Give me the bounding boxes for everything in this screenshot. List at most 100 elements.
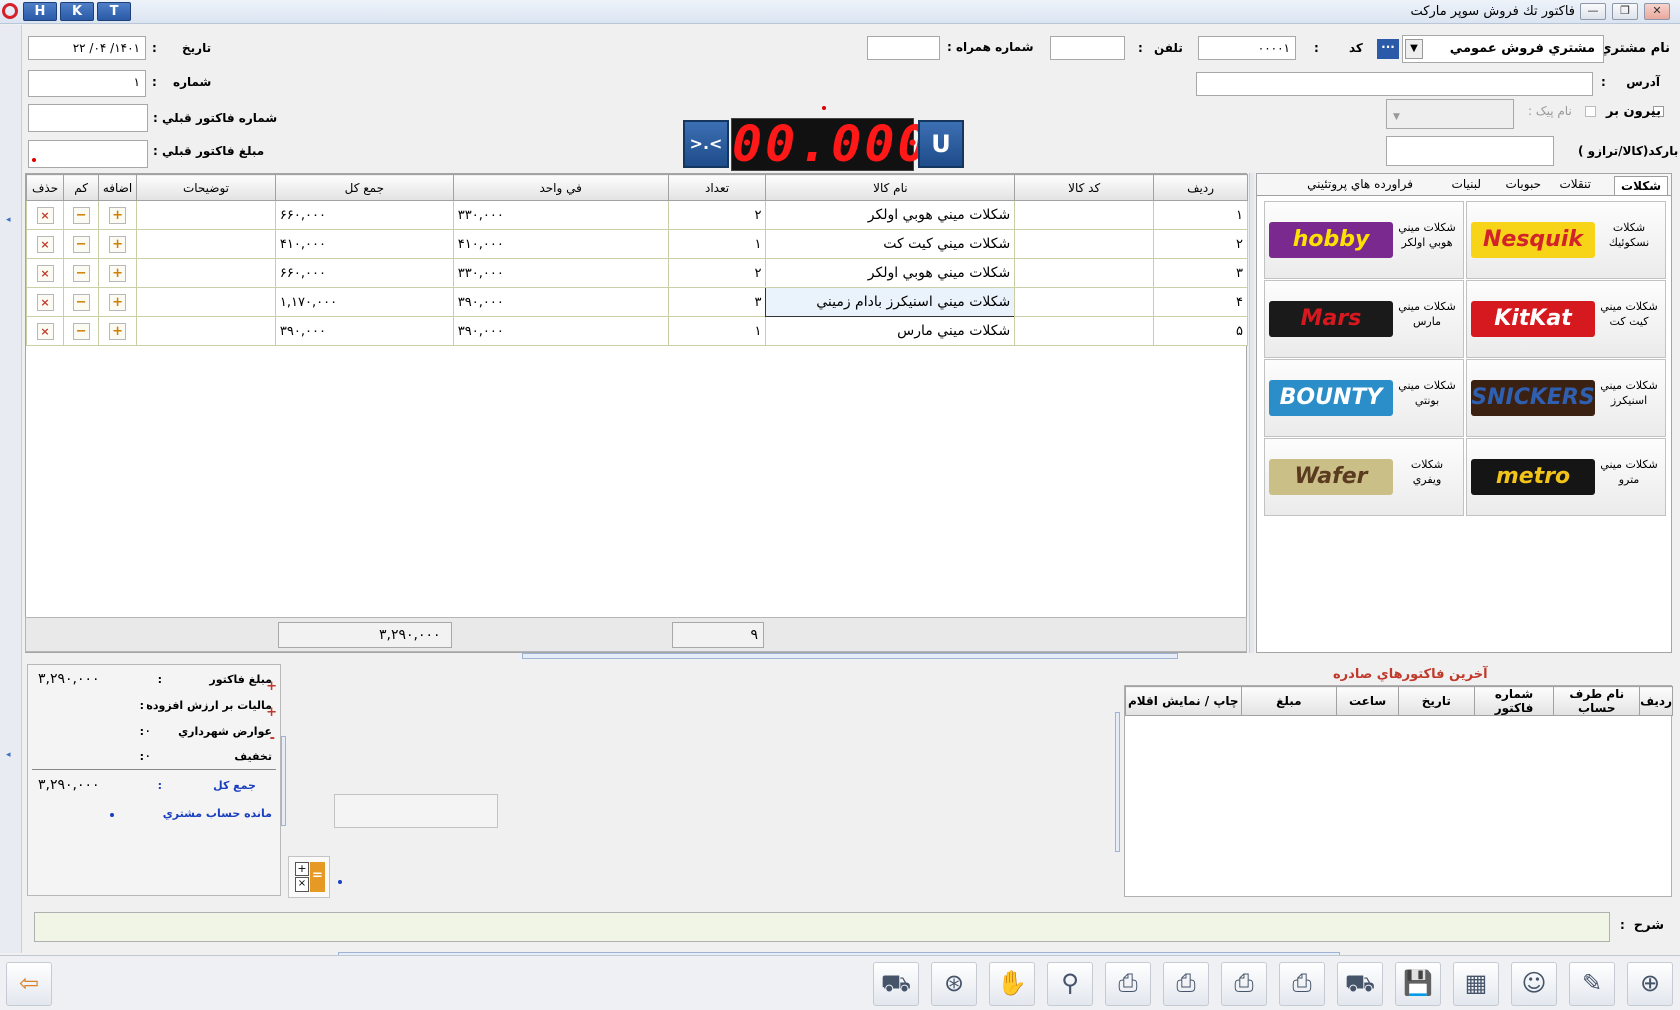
- barcode-field[interactable]: [1386, 136, 1554, 166]
- plus-icon[interactable]: +: [109, 264, 127, 282]
- collapse-arrow-icon[interactable]: ◂: [6, 750, 11, 760]
- courier-checkbox[interactable]: [1585, 106, 1596, 117]
- product-card[interactable]: شكلات ميني مارس Mars: [1264, 280, 1464, 358]
- print-icon[interactable]: ⎙: [1279, 962, 1325, 1006]
- minimize-icon[interactable]: —: [1580, 3, 1606, 20]
- col-total[interactable]: جمع كل: [274, 174, 454, 201]
- prev-invoice-amount-field[interactable]: [28, 140, 148, 168]
- h-button[interactable]: H: [23, 2, 57, 21]
- save-icon[interactable]: 💾: [1395, 962, 1441, 1006]
- swap-button[interactable]: >.<: [683, 120, 729, 168]
- extra-field[interactable]: [334, 794, 498, 828]
- inv-col-number[interactable]: شماره فاكتور: [1473, 686, 1555, 716]
- inv-col-amount[interactable]: مبلغ: [1240, 686, 1338, 716]
- product-card[interactable]: شكلات ميني كيت كت KitKat: [1466, 280, 1666, 358]
- col-row[interactable]: رديف: [1153, 174, 1248, 201]
- calculator-button[interactable]: + = ×: [288, 856, 330, 898]
- quantity[interactable]: ۲: [667, 200, 767, 230]
- minus-icon[interactable]: −: [72, 235, 90, 253]
- edit-package-icon[interactable]: ✎: [1569, 962, 1615, 1006]
- tab-protein[interactable]: فراورده هاي پروتئيني: [1307, 177, 1413, 191]
- product-name[interactable]: شكلات ميني اسنيكرز بادام زميني: [765, 287, 1016, 317]
- product-card[interactable]: شكلات ميني اسنيكرز SNICKERS: [1466, 359, 1666, 437]
- product-code[interactable]: [1014, 287, 1155, 317]
- tab-grains[interactable]: حبوبات: [1505, 177, 1541, 191]
- mobile-field[interactable]: [867, 36, 940, 60]
- product-name[interactable]: شكلات ميني كيت كت: [765, 229, 1016, 259]
- inv-col-account[interactable]: نام طرف حساب: [1553, 686, 1641, 716]
- restore-icon[interactable]: ❐: [1612, 3, 1638, 20]
- description[interactable]: [136, 287, 276, 317]
- col-description[interactable]: توضيحات: [136, 174, 276, 201]
- minus-icon[interactable]: −: [72, 322, 90, 340]
- delete-icon[interactable]: ×: [36, 293, 54, 311]
- customer-lookup-button[interactable]: ···: [1377, 39, 1399, 59]
- col-unit-price[interactable]: في واحد: [452, 174, 669, 201]
- product-name[interactable]: شكلات ميني هوبي اولكر: [765, 258, 1016, 288]
- date-field[interactable]: ۱۴۰۱/ ۰۴/ ۲۲: [28, 36, 146, 60]
- table-row[interactable]: ۱ شكلات ميني هوبي اولكر ۲ ۳۳۰,۰۰۰ ۶۶۰,۰۰۰ + − ×: [25, 200, 1248, 230]
- tab-snacks[interactable]: تنقلات: [1560, 177, 1592, 191]
- delete-icon[interactable]: ×: [36, 264, 54, 282]
- tab-dairy[interactable]: لبنيات: [1452, 177, 1481, 191]
- chevron-down-icon[interactable]: ▼: [1393, 106, 1400, 128]
- tab-chocolates[interactable]: شكلات: [1614, 176, 1668, 195]
- description[interactable]: [136, 258, 276, 288]
- inv-col-date[interactable]: تاريخ: [1397, 686, 1475, 716]
- inv-col-time[interactable]: ساعت: [1336, 686, 1399, 716]
- number-field[interactable]: ۱: [28, 70, 146, 97]
- code-field[interactable]: ۰۰۰۰۱: [1198, 36, 1296, 60]
- print-delete-icon[interactable]: ⎙: [1221, 962, 1267, 1006]
- col-add[interactable]: اضافه: [98, 174, 138, 201]
- exit-icon[interactable]: ⇦: [6, 962, 52, 1006]
- col-delete[interactable]: حذف: [25, 174, 65, 201]
- product-name[interactable]: شكلات ميني هوبي اولكر: [765, 200, 1016, 230]
- col-name[interactable]: نام كالا: [765, 174, 1016, 201]
- col-code[interactable]: كد كالا: [1014, 174, 1155, 201]
- product-card[interactable]: شكلات ميني بونتي BOUNTY: [1264, 359, 1464, 437]
- col-reduce[interactable]: كم: [63, 174, 100, 201]
- unit-price[interactable]: ۳۹۰,۰۰۰: [452, 287, 669, 317]
- minus-icon[interactable]: −: [72, 293, 90, 311]
- product-code[interactable]: [1014, 200, 1155, 230]
- totals-splitter[interactable]: [281, 736, 286, 826]
- add-user-icon[interactable]: ☺: [1511, 962, 1557, 1006]
- invoices-splitter[interactable]: [1115, 712, 1120, 852]
- product-card[interactable]: شكلات نسكوئيك Nesquik: [1466, 201, 1666, 279]
- horizontal-splitter[interactable]: [522, 653, 1178, 659]
- plus-icon[interactable]: +: [109, 235, 127, 253]
- address-field[interactable]: [1196, 72, 1593, 96]
- table-row[interactable]: ۳ شكلات ميني هوبي اولكر ۲ ۳۳۰,۰۰۰ ۶۶۰,۰۰۰ + − ×: [25, 258, 1248, 288]
- plus-icon[interactable]: +: [109, 206, 127, 224]
- table-row[interactable]: ۵ شكلات ميني مارس ۱ ۳۹۰,۰۰۰ ۳۹۰,۰۰۰ + − ×: [25, 316, 1248, 346]
- unit-price[interactable]: ۳۹۰,۰۰۰: [452, 316, 669, 346]
- close-icon[interactable]: ✕: [1644, 3, 1670, 20]
- description[interactable]: [136, 316, 276, 346]
- add-package-icon[interactable]: ⊕: [1627, 962, 1673, 1006]
- quantity[interactable]: ۱: [667, 229, 767, 259]
- u-button[interactable]: U: [918, 120, 964, 168]
- currency-exchange-icon[interactable]: ⊛: [931, 962, 977, 1006]
- product-card[interactable]: شكلات ميني هوبي اولكر hobby: [1264, 201, 1464, 279]
- courier-select[interactable]: ▼: [1386, 99, 1514, 129]
- product-name[interactable]: شكلات ميني مارس: [765, 316, 1016, 346]
- receive-payment-icon[interactable]: ✋: [989, 962, 1035, 1006]
- col-qty[interactable]: تعداد: [667, 174, 767, 201]
- inv-col-print[interactable]: چاپ / نمايش اقلام: [1125, 686, 1242, 716]
- phone-field[interactable]: [1050, 36, 1125, 60]
- minus-icon[interactable]: −: [72, 206, 90, 224]
- table-row[interactable]: ۲ شكلات ميني كيت كت ۱ ۴۱۰,۰۰۰ ۴۱۰,۰۰۰ + − ×: [25, 229, 1248, 259]
- unit-price[interactable]: ۳۳۰,۰۰۰: [452, 258, 669, 288]
- plus-icon[interactable]: +: [109, 322, 127, 340]
- print-invoice-icon[interactable]: ⎙: [1163, 962, 1209, 1006]
- minus-icon[interactable]: −: [72, 264, 90, 282]
- product-card[interactable]: شكلات ويفري Wafer: [1264, 438, 1464, 516]
- delete-icon[interactable]: ×: [36, 235, 54, 253]
- product-code[interactable]: [1014, 258, 1155, 288]
- delete-icon[interactable]: ×: [36, 206, 54, 224]
- prev-invoice-number-field[interactable]: [28, 104, 148, 132]
- delivery-payment-icon[interactable]: ⛟: [873, 962, 919, 1006]
- t-button[interactable]: T: [97, 2, 131, 21]
- quantity[interactable]: ۲: [667, 258, 767, 288]
- description[interactable]: [136, 229, 276, 259]
